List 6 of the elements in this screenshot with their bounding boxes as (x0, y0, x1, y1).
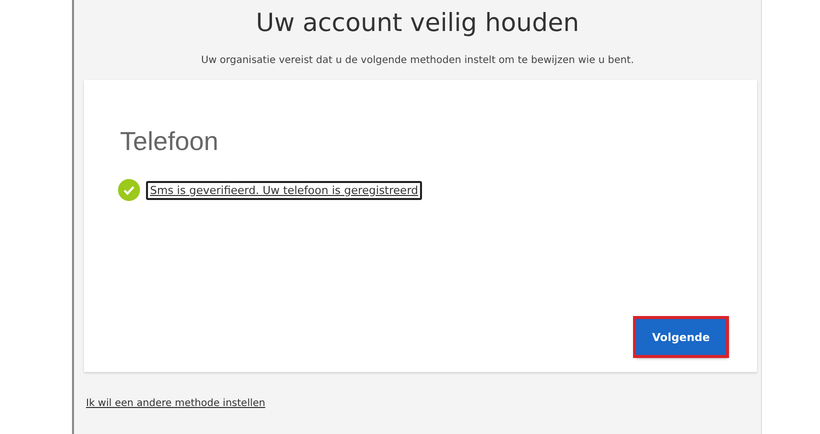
page-title: Uw account veilig houden (254, 8, 580, 37)
status-message: Sms is geverifieerd. Uw telefoon is geregistreerd (146, 180, 422, 200)
other-method-link[interactable]: Ik wil een andere methode instellen (86, 398, 266, 409)
next-button[interactable]: Volgende (635, 318, 727, 356)
subtitle: Uw organisatie vereist dat u de volgende methoden instelt om te bewijzen wie u bent. (200, 55, 635, 66)
card-heading: Telefoon (120, 126, 220, 157)
